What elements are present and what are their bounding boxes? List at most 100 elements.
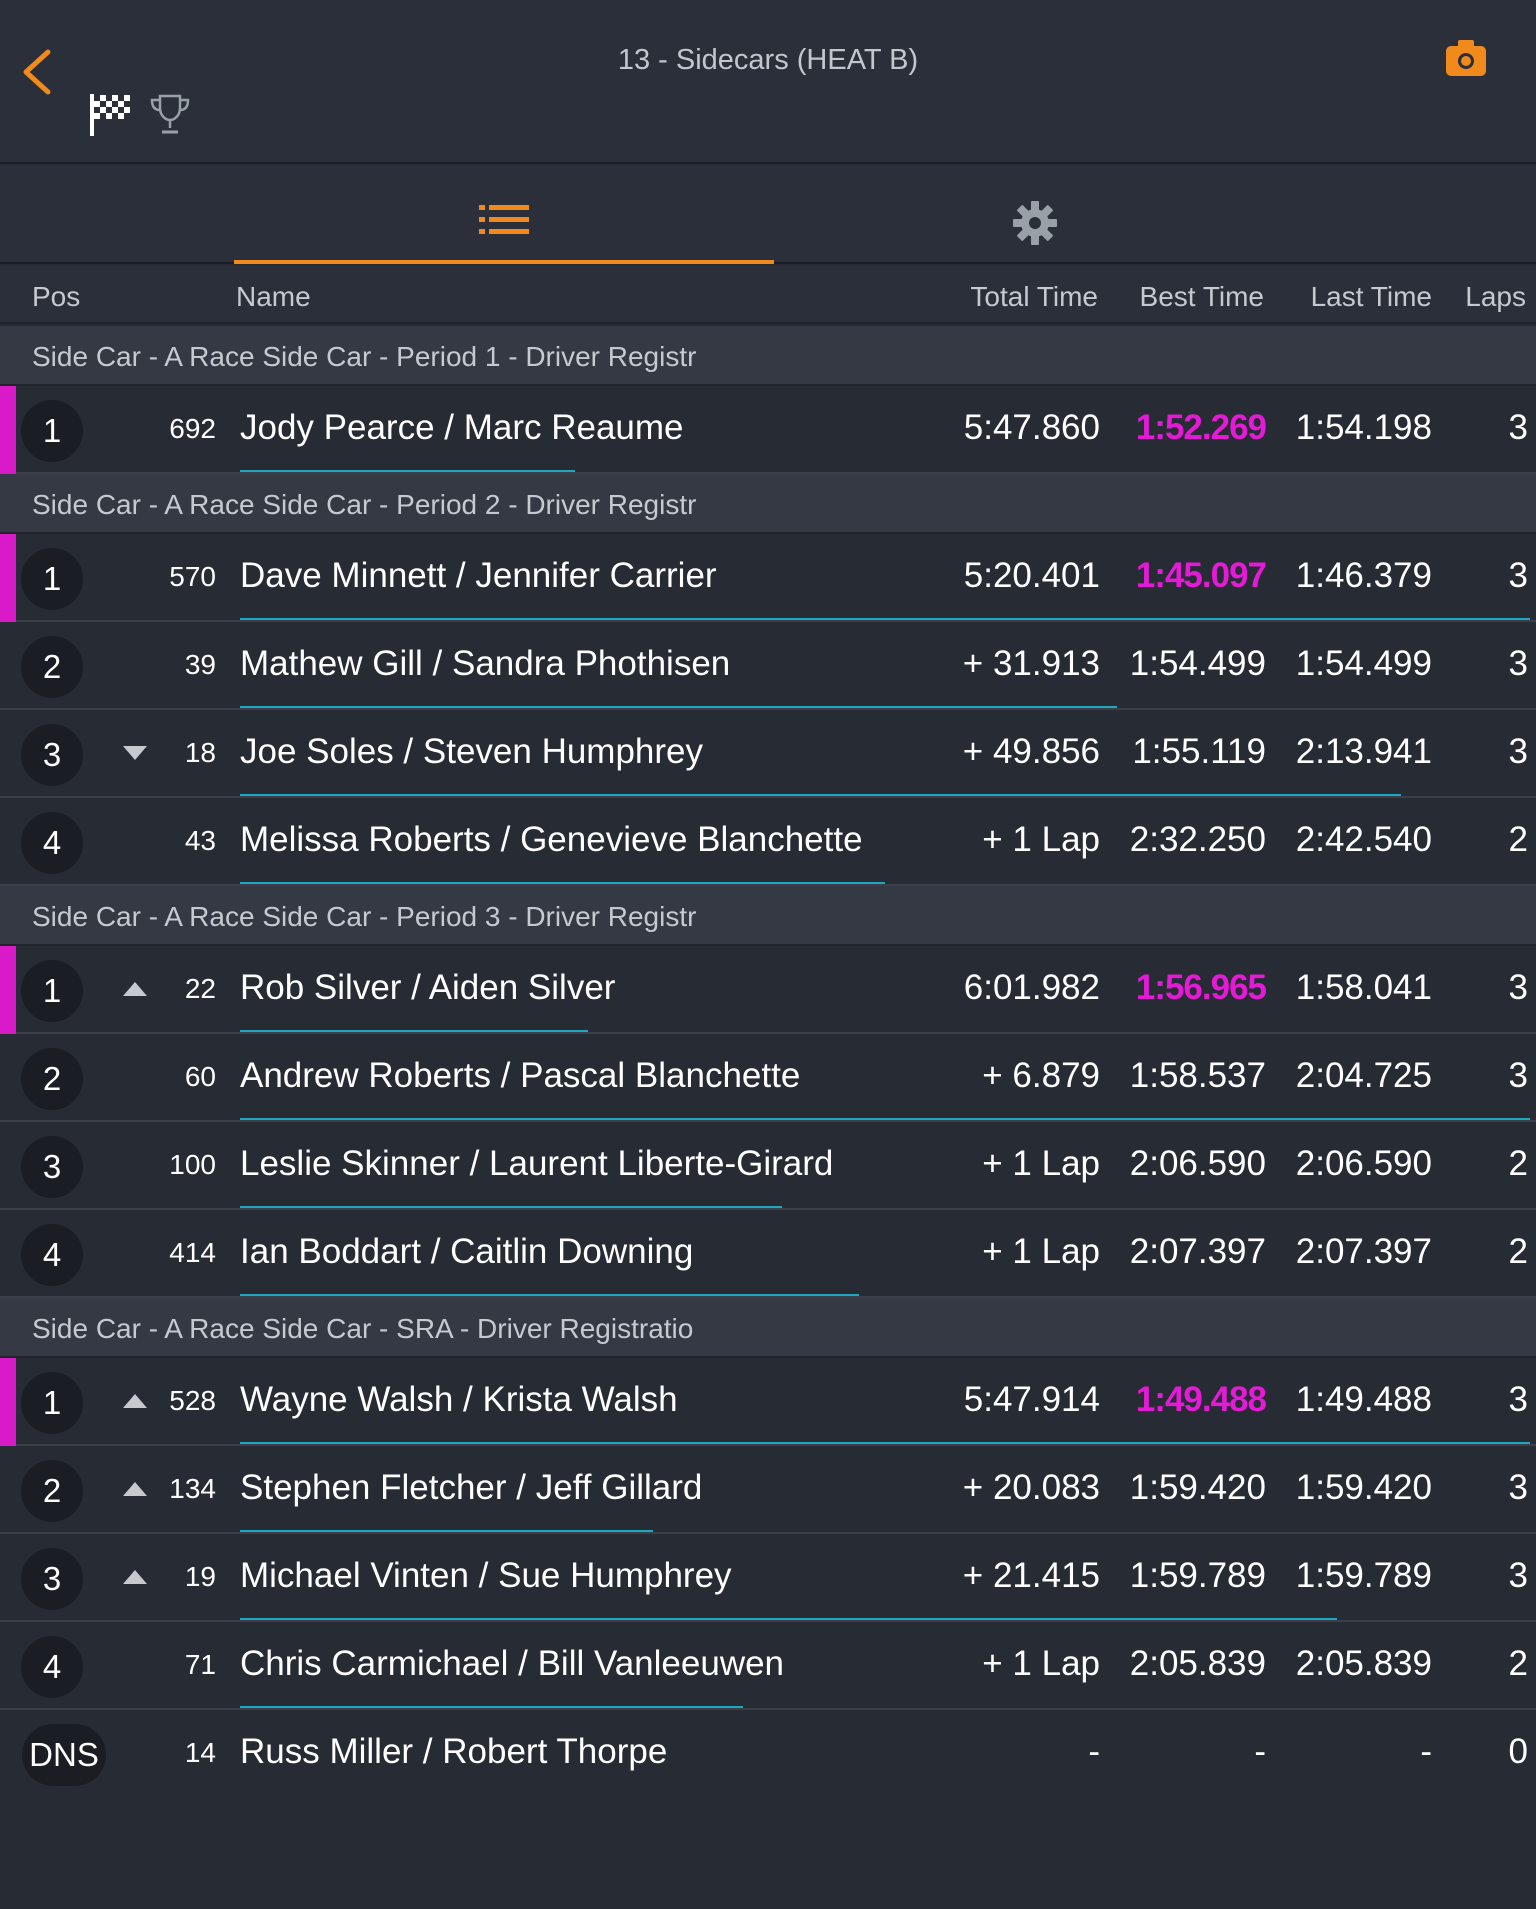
last-time: - (1420, 1732, 1432, 1771)
col-name[interactable]: Name (236, 281, 311, 313)
lap-count: 3 (1508, 556, 1528, 595)
leader-indicator (0, 1358, 16, 1446)
best-time: 1:56.965 (1135, 968, 1267, 1007)
lap-count: 3 (1508, 1056, 1528, 1095)
last-time: 2:13.941 (1295, 732, 1432, 771)
checkered-flag-icon[interactable] (88, 92, 132, 138)
group-title: Side Car - A Race Side Car - Period 1 - … (32, 341, 697, 372)
col-best-time[interactable]: Best Time (1140, 281, 1264, 313)
list-icon (479, 205, 529, 234)
last-time: 1:54.198 (1295, 408, 1432, 447)
result-row[interactable]: 3 19 Michael Vinten / Sue Humphrey + 21.415… (0, 1534, 1536, 1622)
driver-names: Stephen Fletcher / Jeff Gillard (240, 1468, 703, 1507)
position-badge: 2 (21, 636, 83, 698)
col-laps[interactable]: Laps (1465, 281, 1526, 313)
group-header: Side Car - A Race Side Car - SRA - Drive… (0, 1298, 1536, 1358)
lap-count: 3 (1508, 644, 1528, 683)
last-time: 1:49.488 (1295, 1380, 1432, 1419)
result-row[interactable]: 4 414 Ian Boddart / Caitlin Downing + 1 Lap… (0, 1210, 1536, 1298)
total-time: + 1 Lap (982, 1232, 1100, 1271)
result-row[interactable]: 1 570 Dave Minnett / Jennifer Carrier 5:20.… (0, 534, 1536, 622)
car-number: 692 (169, 413, 216, 444)
result-row[interactable]: 3 18 Joe Soles / Steven Humphrey + 49.856 1:… (0, 710, 1536, 798)
lap-progress-bar (240, 1530, 653, 1532)
leader-indicator (0, 946, 16, 1034)
driver-names: Michael Vinten / Sue Humphrey (240, 1556, 732, 1595)
group-header: Side Car - A Race Side Car - Period 3 - … (0, 886, 1536, 946)
lap-progress-bar (240, 618, 1530, 620)
col-pos[interactable]: Pos (32, 281, 80, 313)
position-up-icon (123, 982, 147, 996)
lap-count: 2 (1508, 820, 1528, 859)
lap-count: 3 (1508, 408, 1528, 447)
position-badge: DNS (22, 1724, 106, 1786)
total-time: 6:01.982 (963, 968, 1100, 1007)
result-row[interactable]: DNS 14 Russ Miller / Robert Thorpe - - - 0 (0, 1710, 1536, 1798)
col-total-time[interactable]: Total Time (970, 281, 1098, 313)
top-bar: 13 - Sidecars (HEAT B) (0, 0, 1536, 164)
result-row[interactable]: 2 39 Mathew Gill / Sandra Phothisen + 31.91… (0, 622, 1536, 710)
position-badge: 2 (21, 1048, 83, 1110)
total-time: + 21.415 (962, 1556, 1100, 1595)
total-time: + 1 Lap (982, 820, 1100, 859)
leader-indicator (0, 534, 16, 622)
lap-count: 3 (1508, 1556, 1528, 1595)
group-header: Side Car - A Race Side Car - Period 2 - … (0, 474, 1536, 534)
total-time: 5:47.914 (963, 1380, 1100, 1419)
total-time: - (1088, 1732, 1100, 1771)
lap-progress-bar (240, 470, 575, 472)
best-time: 1:59.420 (1129, 1468, 1266, 1507)
position-up-icon (123, 1394, 147, 1408)
col-last-time[interactable]: Last Time (1311, 281, 1432, 313)
tab-results-list[interactable] (234, 166, 774, 264)
tab-settings[interactable] (770, 166, 1300, 264)
total-time: + 49.856 (962, 732, 1100, 771)
lap-count: 2 (1508, 1644, 1528, 1683)
best-time: 1:52.269 (1135, 408, 1267, 447)
lap-count: 3 (1508, 1468, 1528, 1507)
last-time: 1:58.041 (1295, 968, 1432, 1007)
lap-progress-bar (240, 882, 885, 884)
camera-icon[interactable] (1444, 38, 1488, 78)
car-number: 100 (169, 1149, 216, 1180)
position-badge: 3 (21, 1136, 83, 1198)
result-row[interactable]: 4 71 Chris Carmichael / Bill Vanleeuwen + 1… (0, 1622, 1536, 1710)
best-time: 1:54.499 (1129, 644, 1266, 683)
position-badge: 3 (21, 1548, 83, 1610)
position-up-icon (123, 1570, 147, 1584)
result-row[interactable]: 1 692 Jody Pearce / Marc Reaume 5:47.860 1:5… (0, 386, 1536, 474)
column-header: Pos Name Total Time Best Time Last Time … (0, 266, 1536, 324)
trophy-icon[interactable] (148, 92, 192, 136)
car-number: 60 (184, 1061, 216, 1092)
driver-names: Leslie Skinner / Laurent Liberte-Girard (240, 1144, 834, 1183)
total-time: + 6.879 (982, 1056, 1100, 1095)
position-down-icon (123, 746, 147, 760)
tab-bar (0, 166, 1536, 264)
best-time: 2:06.590 (1129, 1144, 1266, 1183)
total-time: 5:20.401 (963, 556, 1100, 595)
best-time: 2:32.250 (1129, 820, 1266, 859)
page-title: 13 - Sidecars (HEAT B) (617, 44, 919, 76)
result-row[interactable]: 2 60 Andrew Roberts / Pascal Blanchette + 6… (0, 1034, 1536, 1122)
position-up-icon (123, 1482, 147, 1496)
position-badge: 4 (21, 812, 83, 874)
result-row[interactable]: 1 528 Wayne Walsh / Krista Walsh 5:47.914 1:… (0, 1358, 1536, 1446)
best-time: - (1254, 1732, 1266, 1771)
group-title: Side Car - A Race Side Car - Period 3 - … (32, 901, 697, 932)
best-time: 2:05.839 (1129, 1644, 1266, 1683)
car-number: 19 (184, 1561, 216, 1592)
last-time: 2:42.540 (1295, 820, 1432, 859)
position-badge: 1 (21, 548, 83, 610)
best-time: 2:07.397 (1129, 1232, 1266, 1271)
lap-count: 2 (1508, 1144, 1528, 1183)
position-badge: 1 (21, 960, 83, 1022)
result-row[interactable]: 1 22 Rob Silver / Aiden Silver 6:01.982 1:56… (0, 946, 1536, 1034)
lap-progress-bar (240, 1206, 782, 1208)
result-row[interactable]: 4 43 Melissa Roberts / Genevieve Blanchett… (0, 798, 1536, 886)
result-row[interactable]: 3 100 Leslie Skinner / Laurent Liberte-Gir… (0, 1122, 1536, 1210)
driver-names: Russ Miller / Robert Thorpe (240, 1732, 668, 1771)
total-time: + 1 Lap (982, 1644, 1100, 1683)
last-time: 1:46.379 (1295, 556, 1432, 595)
result-row[interactable]: 2 134 Stephen Fletcher / Jeff Gillard + 20.… (0, 1446, 1536, 1534)
driver-names: Chris Carmichael / Bill Vanleeuwen (240, 1644, 785, 1683)
